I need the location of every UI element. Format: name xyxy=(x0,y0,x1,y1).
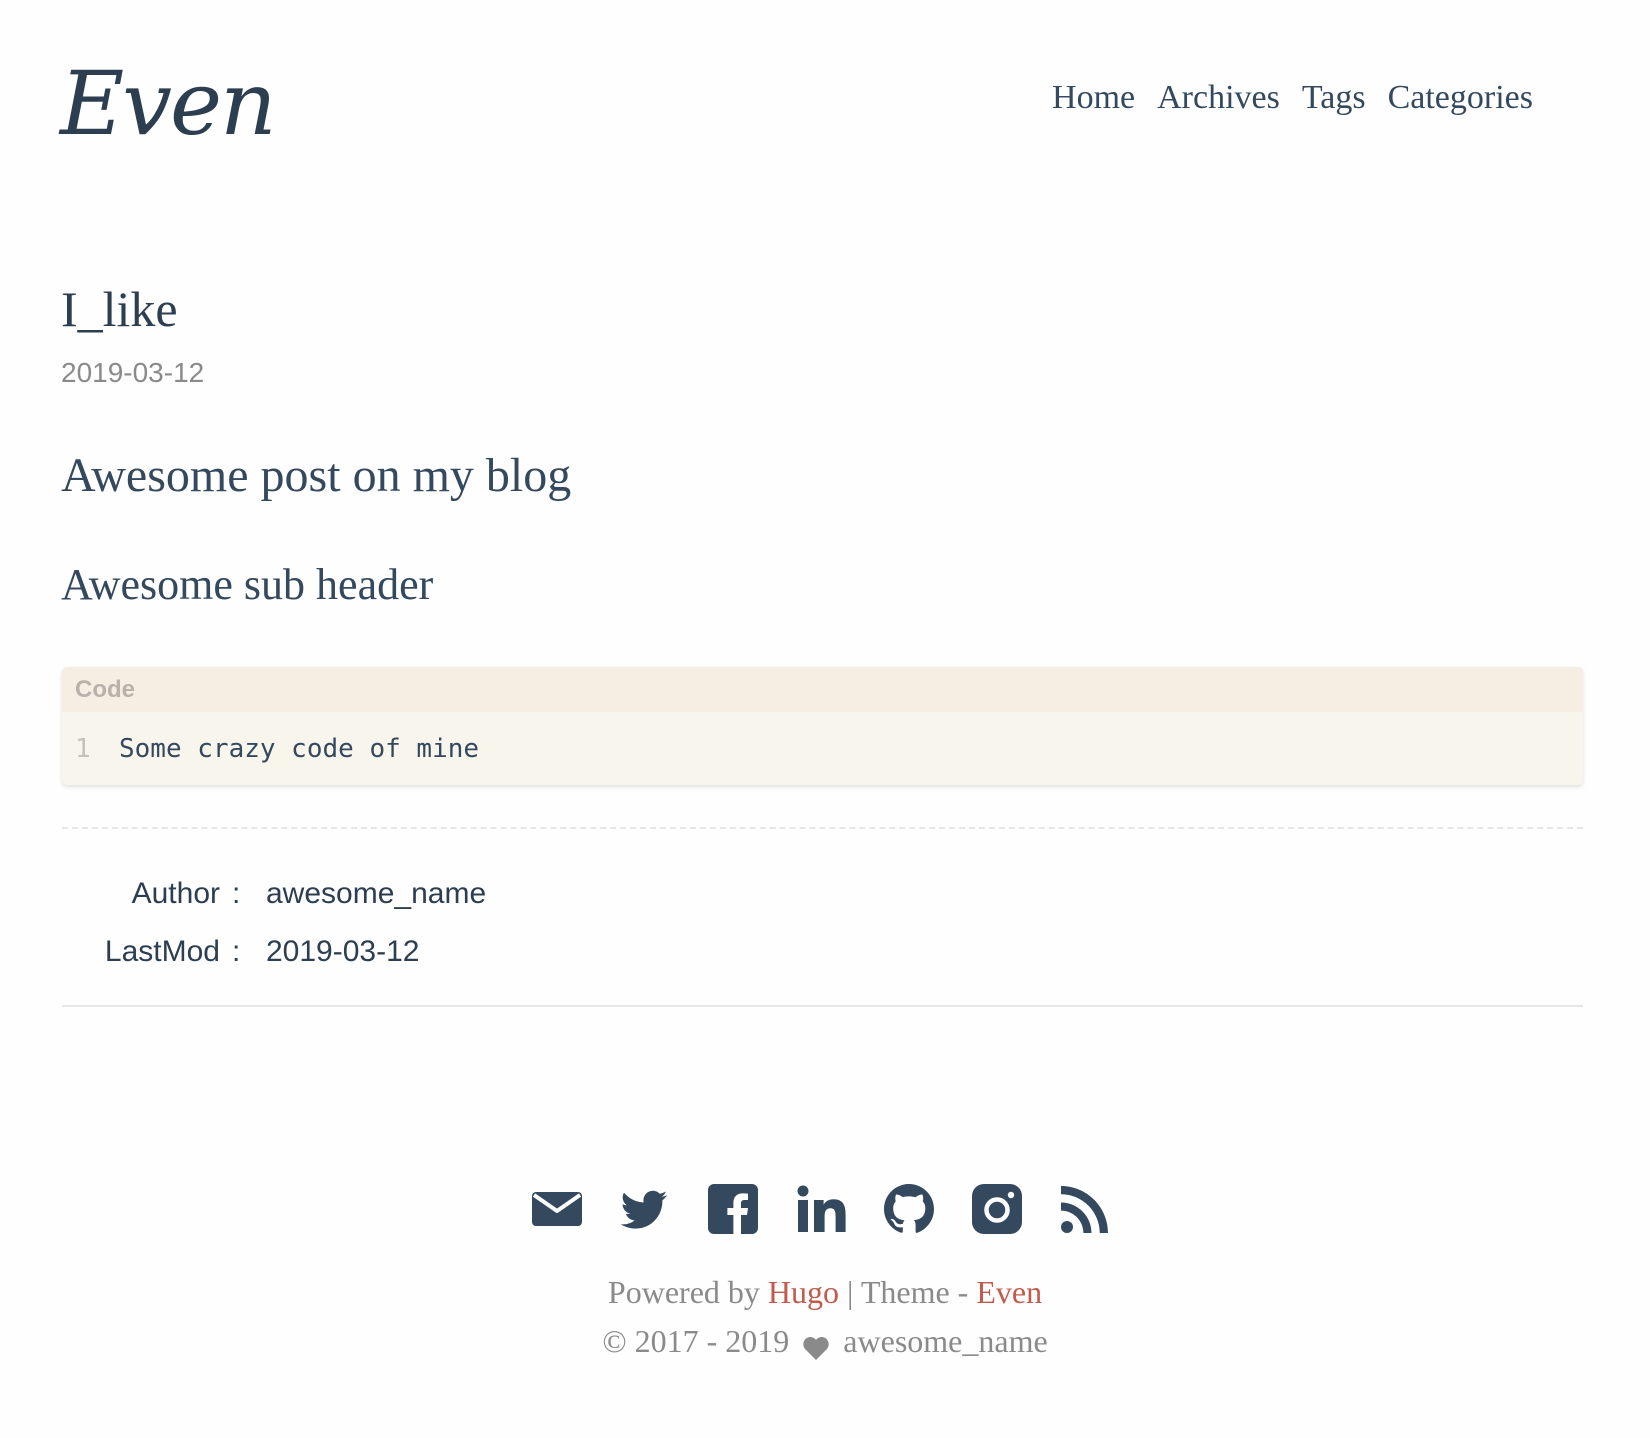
top-navigation: Home Archives Tags Categories xyxy=(1052,78,1533,119)
post-meta: Author : awesome_name LastMod : 2019-03-… xyxy=(74,865,486,981)
nav-home-link[interactable]: Home xyxy=(1052,78,1135,119)
lastmod-label: LastMod xyxy=(104,935,220,968)
social-links xyxy=(530,1182,1112,1236)
hugo-link[interactable]: Hugo xyxy=(768,1274,839,1310)
post-title: I_like xyxy=(61,281,178,337)
powered-by-text: Powered by xyxy=(607,1274,760,1310)
email-icon[interactable] xyxy=(530,1182,584,1236)
code-block: Code 1 Some crazy code of mine xyxy=(62,667,1583,785)
copyright-years: © 2017 - 2019 xyxy=(602,1323,790,1359)
code-line: 1 Some crazy code of mine xyxy=(62,712,1583,785)
author-value: awesome_name xyxy=(266,877,487,910)
nav-tags-link[interactable]: Tags xyxy=(1302,78,1366,119)
theme-separator-text: | Theme - xyxy=(847,1274,969,1310)
powered-by-line: Powered by Hugo | Theme - Even xyxy=(0,1273,1650,1311)
dashed-divider xyxy=(62,827,1583,829)
copyright-line: © 2017 - 2019 awesome_name xyxy=(0,1322,1650,1360)
content-heading: Awesome post on my blog xyxy=(61,449,572,502)
facebook-icon[interactable] xyxy=(706,1182,760,1236)
rss-icon[interactable] xyxy=(1058,1182,1112,1236)
linkedin-icon[interactable] xyxy=(794,1182,848,1236)
lastmod-colon: : xyxy=(232,935,241,968)
author-colon: : xyxy=(232,877,241,910)
lastmod-row: LastMod : 2019-03-12 xyxy=(74,923,486,981)
site-logo[interactable]: Even xyxy=(60,60,277,148)
content-subheading: Awesome sub header xyxy=(61,560,434,609)
code-text: Some crazy code of mine xyxy=(119,733,480,764)
solid-divider xyxy=(62,1005,1583,1007)
author-label: Author xyxy=(131,877,220,910)
line-number: 1 xyxy=(75,733,91,764)
lastmod-value: 2019-03-12 xyxy=(266,935,420,968)
post-date: 2019-03-12 xyxy=(61,357,205,388)
instagram-icon[interactable] xyxy=(970,1182,1024,1236)
nav-categories-link[interactable]: Categories xyxy=(1388,78,1533,119)
heart-icon xyxy=(801,1331,831,1360)
code-block-title: Code xyxy=(62,667,1583,712)
twitter-icon[interactable] xyxy=(618,1182,672,1236)
copyright-name: awesome_name xyxy=(843,1323,1048,1359)
author-row: Author : awesome_name xyxy=(74,865,487,923)
even-theme-link[interactable]: Even xyxy=(976,1274,1042,1310)
nav-archives-link[interactable]: Archives xyxy=(1157,78,1280,119)
github-icon[interactable] xyxy=(882,1182,936,1236)
